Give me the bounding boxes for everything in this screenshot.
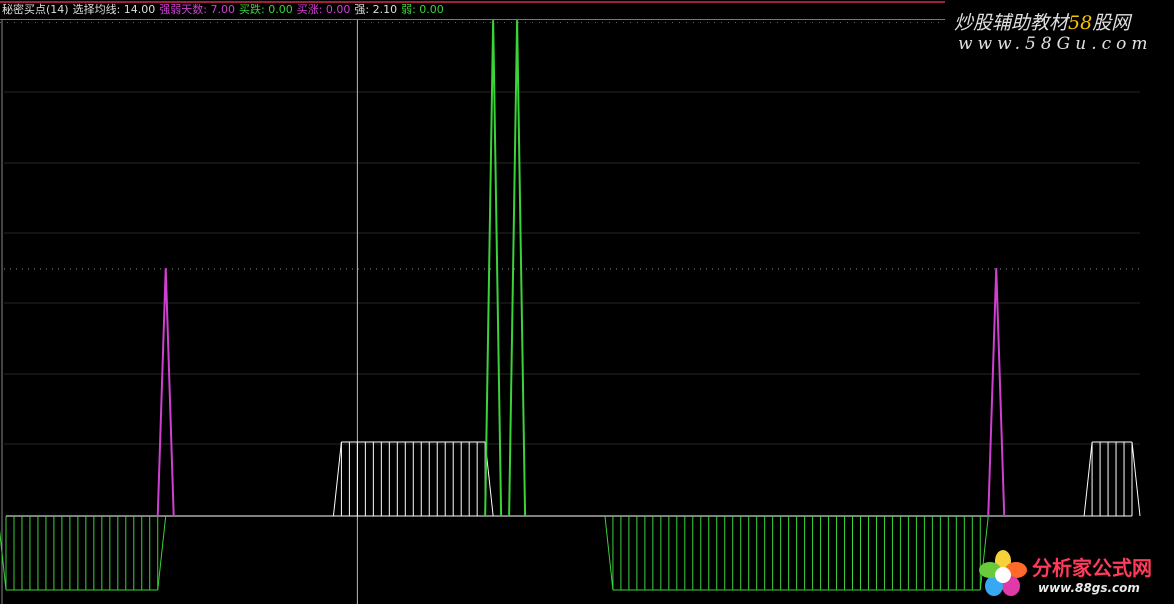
band-ramp [0,529,7,591]
logo-text: 分析家公式网 [1032,556,1152,580]
flower-icon [979,550,1027,596]
watermark-url: www.58Gu.com [958,34,1153,54]
logo-url: www.88gs.com [1038,581,1140,595]
indicator-chart[interactable] [0,0,1174,604]
spike-mark [156,268,175,517]
spike-mark [508,20,527,517]
band-ramp [157,515,167,591]
spike-mark [484,20,503,517]
logo: 分析家公式网 www.88gs.com [976,548,1172,602]
spike-mark [987,268,1006,517]
band-ramp [604,515,614,591]
band-ramp [1131,441,1141,517]
watermark-title: 炒股辅助教材58股网 [954,12,1131,34]
band-ramp [332,441,342,517]
band-ramp [1083,441,1093,517]
